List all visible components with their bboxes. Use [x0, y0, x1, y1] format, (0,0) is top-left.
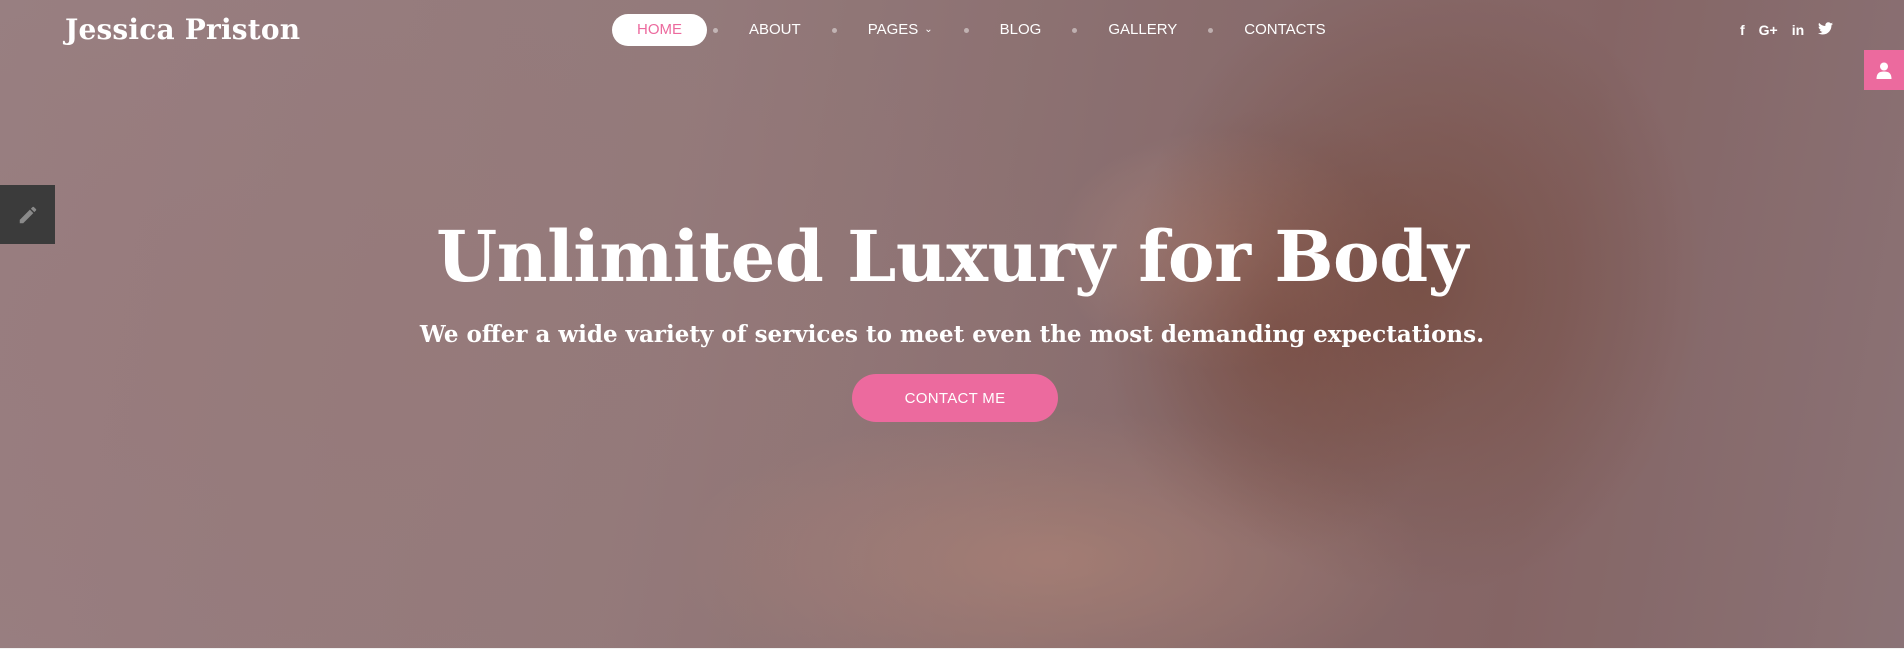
site-logo[interactable]: Jessica Priston — [65, 8, 300, 52]
contact-me-button[interactable]: CONTACT ME — [852, 374, 1058, 422]
nav-item-label: PAGES — [867, 21, 919, 38]
nav-separator — [831, 27, 837, 33]
social-links: f G+ in — [1740, 18, 1834, 42]
nav-separator — [1072, 27, 1078, 33]
hero-title: Unlimited Luxury for Body — [436, 215, 1468, 298]
nav-item-label: CONTACTS — [1244, 21, 1326, 38]
user-account-tab[interactable] — [1864, 50, 1904, 90]
nav-item-label: ABOUT — [749, 21, 801, 38]
user-icon — [1876, 62, 1892, 79]
nav-item-label: BLOG — [999, 21, 1042, 38]
chevron-down-icon: ⌄ — [924, 24, 933, 35]
nav-separator — [713, 27, 718, 33]
nav-item-home[interactable]: HOME — [612, 14, 707, 46]
linkedin-icon[interactable]: in — [1792, 22, 1804, 38]
nav-item-about[interactable]: ABOUT — [724, 14, 826, 46]
nav-separator — [963, 27, 969, 33]
nav-item-label: GALLERY — [1108, 21, 1178, 38]
nav-item-blog[interactable]: BLOG — [975, 14, 1067, 46]
nav-item-gallery[interactable]: GALLERY — [1083, 14, 1202, 46]
main-nav: HOME ABOUT PAGES ⌄ BLOG GALLERY CONTACTS — [612, 14, 1351, 46]
facebook-icon[interactable]: f — [1740, 22, 1745, 38]
nav-separator — [1208, 27, 1214, 33]
nav-item-pages[interactable]: PAGES ⌄ — [843, 14, 958, 46]
nav-item-contacts[interactable]: CONTACTS — [1219, 14, 1350, 46]
twitter-icon-glyph — [1818, 22, 1834, 35]
twitter-icon[interactable] — [1818, 22, 1834, 38]
google-plus-icon[interactable]: G+ — [1759, 22, 1778, 38]
nav-item-label: HOME — [637, 21, 682, 38]
hero-subtitle: We offer a wide variety of services to m… — [419, 321, 1485, 348]
